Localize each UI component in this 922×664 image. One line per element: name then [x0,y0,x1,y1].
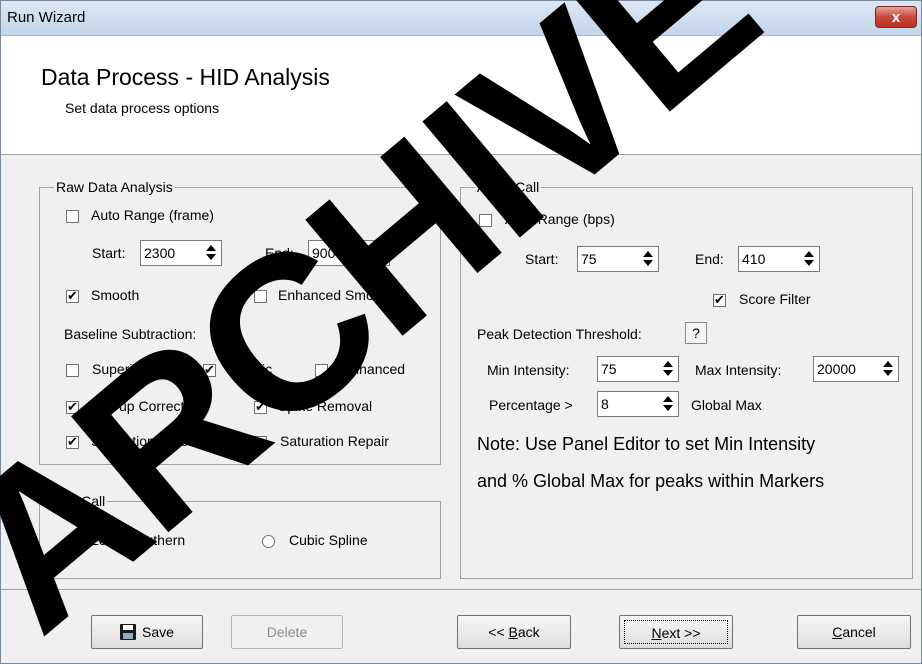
page-subtitle: Set data process options [65,100,220,116]
enhanced-smooth-checkbox[interactable] [254,290,267,303]
saturation-detection-label: Saturation Detection [91,433,218,449]
spin-arrows-icon[interactable] [371,243,387,263]
raw-data-group: Raw Data Analysis Auto Range (frame) Sta… [39,179,441,465]
global-max-label: Global Max [691,397,762,413]
back-button-label: << Back [488,624,540,640]
percentage-label: Percentage > [489,397,573,413]
spin-arrows-icon[interactable] [660,394,676,414]
raw-data-legend: Raw Data Analysis [54,179,175,195]
help-button[interactable]: ? [685,322,707,344]
superior-checkbox[interactable] [66,364,79,377]
allele-call-legend: Allele Call [475,179,542,195]
title-bar: Run Wizard x [1,1,921,36]
percentage-value: 8 [601,396,609,412]
pullup-correction-label: Pull-up Correction [91,398,204,414]
footer-divider [1,589,921,590]
classic-label: Classic [227,361,273,377]
auto-range-bps-checkbox[interactable] [479,214,492,227]
window-title: Run Wizard [7,9,86,26]
auto-range-bps-label: Auto Range (bps) [505,211,615,227]
cancel-button-label: Cancel [832,624,876,640]
spike-removal-label: Spike Removal [278,398,373,414]
save-button[interactable]: Save [91,615,203,649]
allele-end-spinner[interactable]: 410 [738,246,820,272]
wizard-header: Data Process - HID Analysis Set data pro… [1,36,921,155]
peak-threshold-label: Peak Detection Threshold: [477,326,642,342]
min-intensity-label: Min Intensity: [487,362,570,378]
raw-end-value: 9000 [312,245,344,261]
allele-call-group: Allele Call Auto Range (bps) Start: 75 E… [460,179,913,579]
superior-label: Superior [92,361,145,377]
spin-arrows-icon[interactable] [203,243,219,263]
enhanced-smooth-label: Enhanced Smooth [278,287,394,303]
baseline-subtraction-label: Baseline Subtraction: [64,326,197,342]
percentage-spinner[interactable]: 8 [597,391,679,417]
raw-end-spinner[interactable]: 9000 [308,240,390,266]
raw-end-label: End: [265,245,294,261]
allele-start-label: Start: [525,251,559,267]
cancel-button[interactable]: Cancel [797,615,911,649]
enhanced-label: Enhanced [342,361,406,377]
floppy-disk-icon [120,624,137,640]
close-button[interactable]: x [875,6,917,28]
auto-range-frame-checkbox[interactable] [66,210,79,223]
raw-start-label: Start: [92,245,126,261]
score-filter-label: Score Filter [739,291,811,307]
max-intensity-label: Max Intensity: [695,362,782,378]
allele-end-label: End: [695,251,724,267]
classic-checkbox[interactable] [203,362,216,378]
enhanced-checkbox[interactable] [315,364,328,377]
smooth-checkbox[interactable] [66,288,79,304]
allele-start-spinner[interactable]: 75 [577,246,659,272]
page-title: Data Process - HID Analysis [41,64,330,90]
back-button[interactable]: << Back [457,615,571,649]
pullup-correction-checkbox[interactable] [66,399,79,415]
min-intensity-value: 75 [601,361,617,377]
spin-arrows-icon[interactable] [640,249,656,269]
allele-end-value: 410 [742,251,766,267]
local-southern-label: Local Southern [91,532,186,548]
auto-range-frame-label: Auto Range (frame) [91,207,214,223]
delete-button-label: Delete [266,624,308,640]
cubic-spline-label: Cubic Spline [289,532,368,548]
spike-removal-checkbox[interactable] [254,399,267,415]
note-line-1: Note: Use Panel Editor to set Min Intens… [477,434,816,454]
saturation-detection-checkbox[interactable] [66,434,79,450]
run-wizard-window: Run Wizard x Data Process - HID Analysis… [0,0,922,664]
spin-arrows-icon[interactable] [660,359,676,379]
max-intensity-spinner[interactable]: 20000 [813,356,899,382]
main-panel: Raw Data Analysis Auto Range (frame) Sta… [1,155,921,589]
spin-arrows-icon[interactable] [801,249,817,269]
smooth-label: Smooth [91,287,140,303]
next-button[interactable]: Next >> [619,615,733,649]
saturation-repair-label: Saturation Repair [280,433,389,449]
local-southern-radio[interactable] [66,535,79,548]
next-button-label: Next >> [624,620,728,644]
max-intensity-value: 20000 [817,361,856,377]
allele-start-value: 75 [581,251,597,267]
spin-arrows-icon[interactable] [880,359,896,379]
save-button-label: Save [142,624,174,640]
size-call-group: Size Call Local Southern Cubic Spline [39,493,441,579]
saturation-repair-checkbox[interactable] [254,436,267,449]
min-intensity-spinner[interactable]: 75 [597,356,679,382]
raw-start-spinner[interactable]: 2300 [140,240,222,266]
size-call-legend: Size Call [48,493,108,509]
score-filter-checkbox[interactable] [713,292,726,308]
delete-button[interactable]: Delete [231,615,343,649]
raw-start-value: 2300 [144,245,176,261]
cubic-spline-radio[interactable] [262,535,275,548]
note-line-2: and % Global Max for peaks within Marker… [477,471,825,491]
